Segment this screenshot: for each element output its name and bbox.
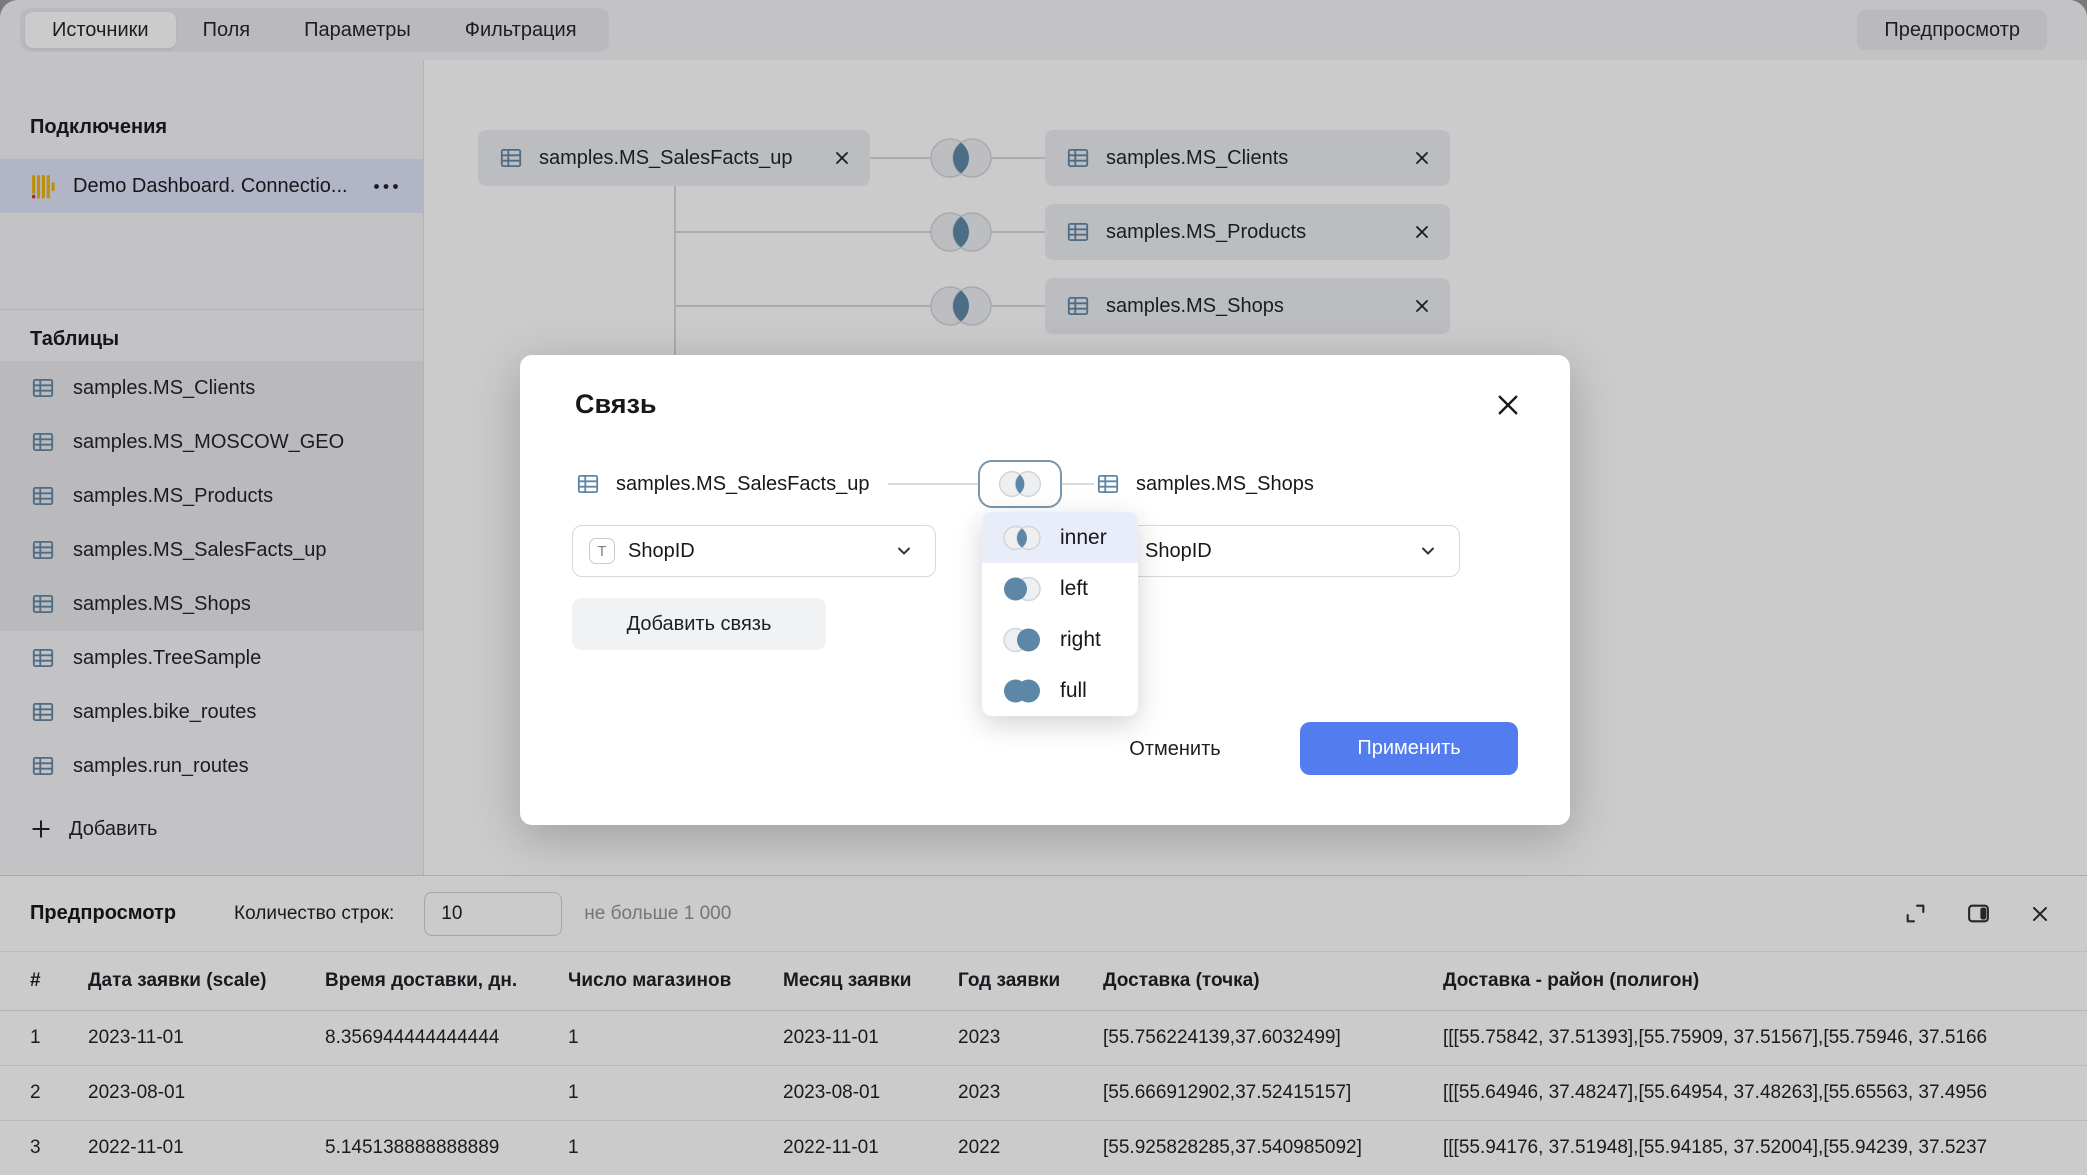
left-field-value: ShopID bbox=[628, 540, 695, 563]
cancel-button[interactable]: Отменить bbox=[1108, 727, 1242, 771]
right-table-label: samples.MS_Shops bbox=[1136, 473, 1314, 496]
relation-line bbox=[888, 483, 978, 485]
join-option-inner[interactable]: inner bbox=[982, 512, 1138, 563]
join-option-label: inner bbox=[1060, 526, 1107, 550]
join-option-right[interactable]: right bbox=[982, 614, 1138, 665]
left-field-select[interactable]: T ShopID bbox=[572, 525, 936, 577]
dialog-title: Связь bbox=[575, 389, 657, 420]
field-type-icon: T bbox=[589, 538, 615, 564]
chevron-down-icon bbox=[895, 542, 913, 560]
join-type-popup: inner left right full bbox=[982, 512, 1138, 716]
join-type-button[interactable] bbox=[978, 460, 1062, 508]
relation-line bbox=[1062, 483, 1094, 485]
relation-dialog: Связь samples.MS_SalesFacts_up samples.M… bbox=[520, 355, 1570, 825]
join-option-left[interactable]: left bbox=[982, 563, 1138, 614]
right-field-select[interactable]: ShopID bbox=[1118, 525, 1460, 577]
table-icon bbox=[1095, 471, 1121, 497]
left-table-label: samples.MS_SalesFacts_up bbox=[616, 473, 869, 496]
table-icon bbox=[575, 471, 601, 497]
left-join-icon bbox=[1002, 575, 1042, 603]
join-option-label: full bbox=[1060, 679, 1087, 703]
join-option-full[interactable]: full bbox=[982, 665, 1138, 716]
join-option-label: right bbox=[1060, 628, 1101, 652]
right-field-value: ShopID bbox=[1145, 540, 1212, 563]
full-join-icon bbox=[1002, 677, 1042, 705]
apply-button[interactable]: Применить bbox=[1300, 722, 1518, 775]
relation-row: samples.MS_SalesFacts_up samples.MS_Shop… bbox=[520, 459, 1570, 509]
chevron-down-icon bbox=[1419, 542, 1437, 560]
inner-join-icon bbox=[1002, 524, 1042, 552]
dialog-close-icon[interactable] bbox=[1490, 387, 1526, 423]
add-relation-button[interactable]: Добавить связь bbox=[572, 598, 826, 650]
inner-join-icon bbox=[997, 469, 1043, 499]
right-join-icon bbox=[1002, 626, 1042, 654]
join-option-label: left bbox=[1060, 577, 1088, 601]
